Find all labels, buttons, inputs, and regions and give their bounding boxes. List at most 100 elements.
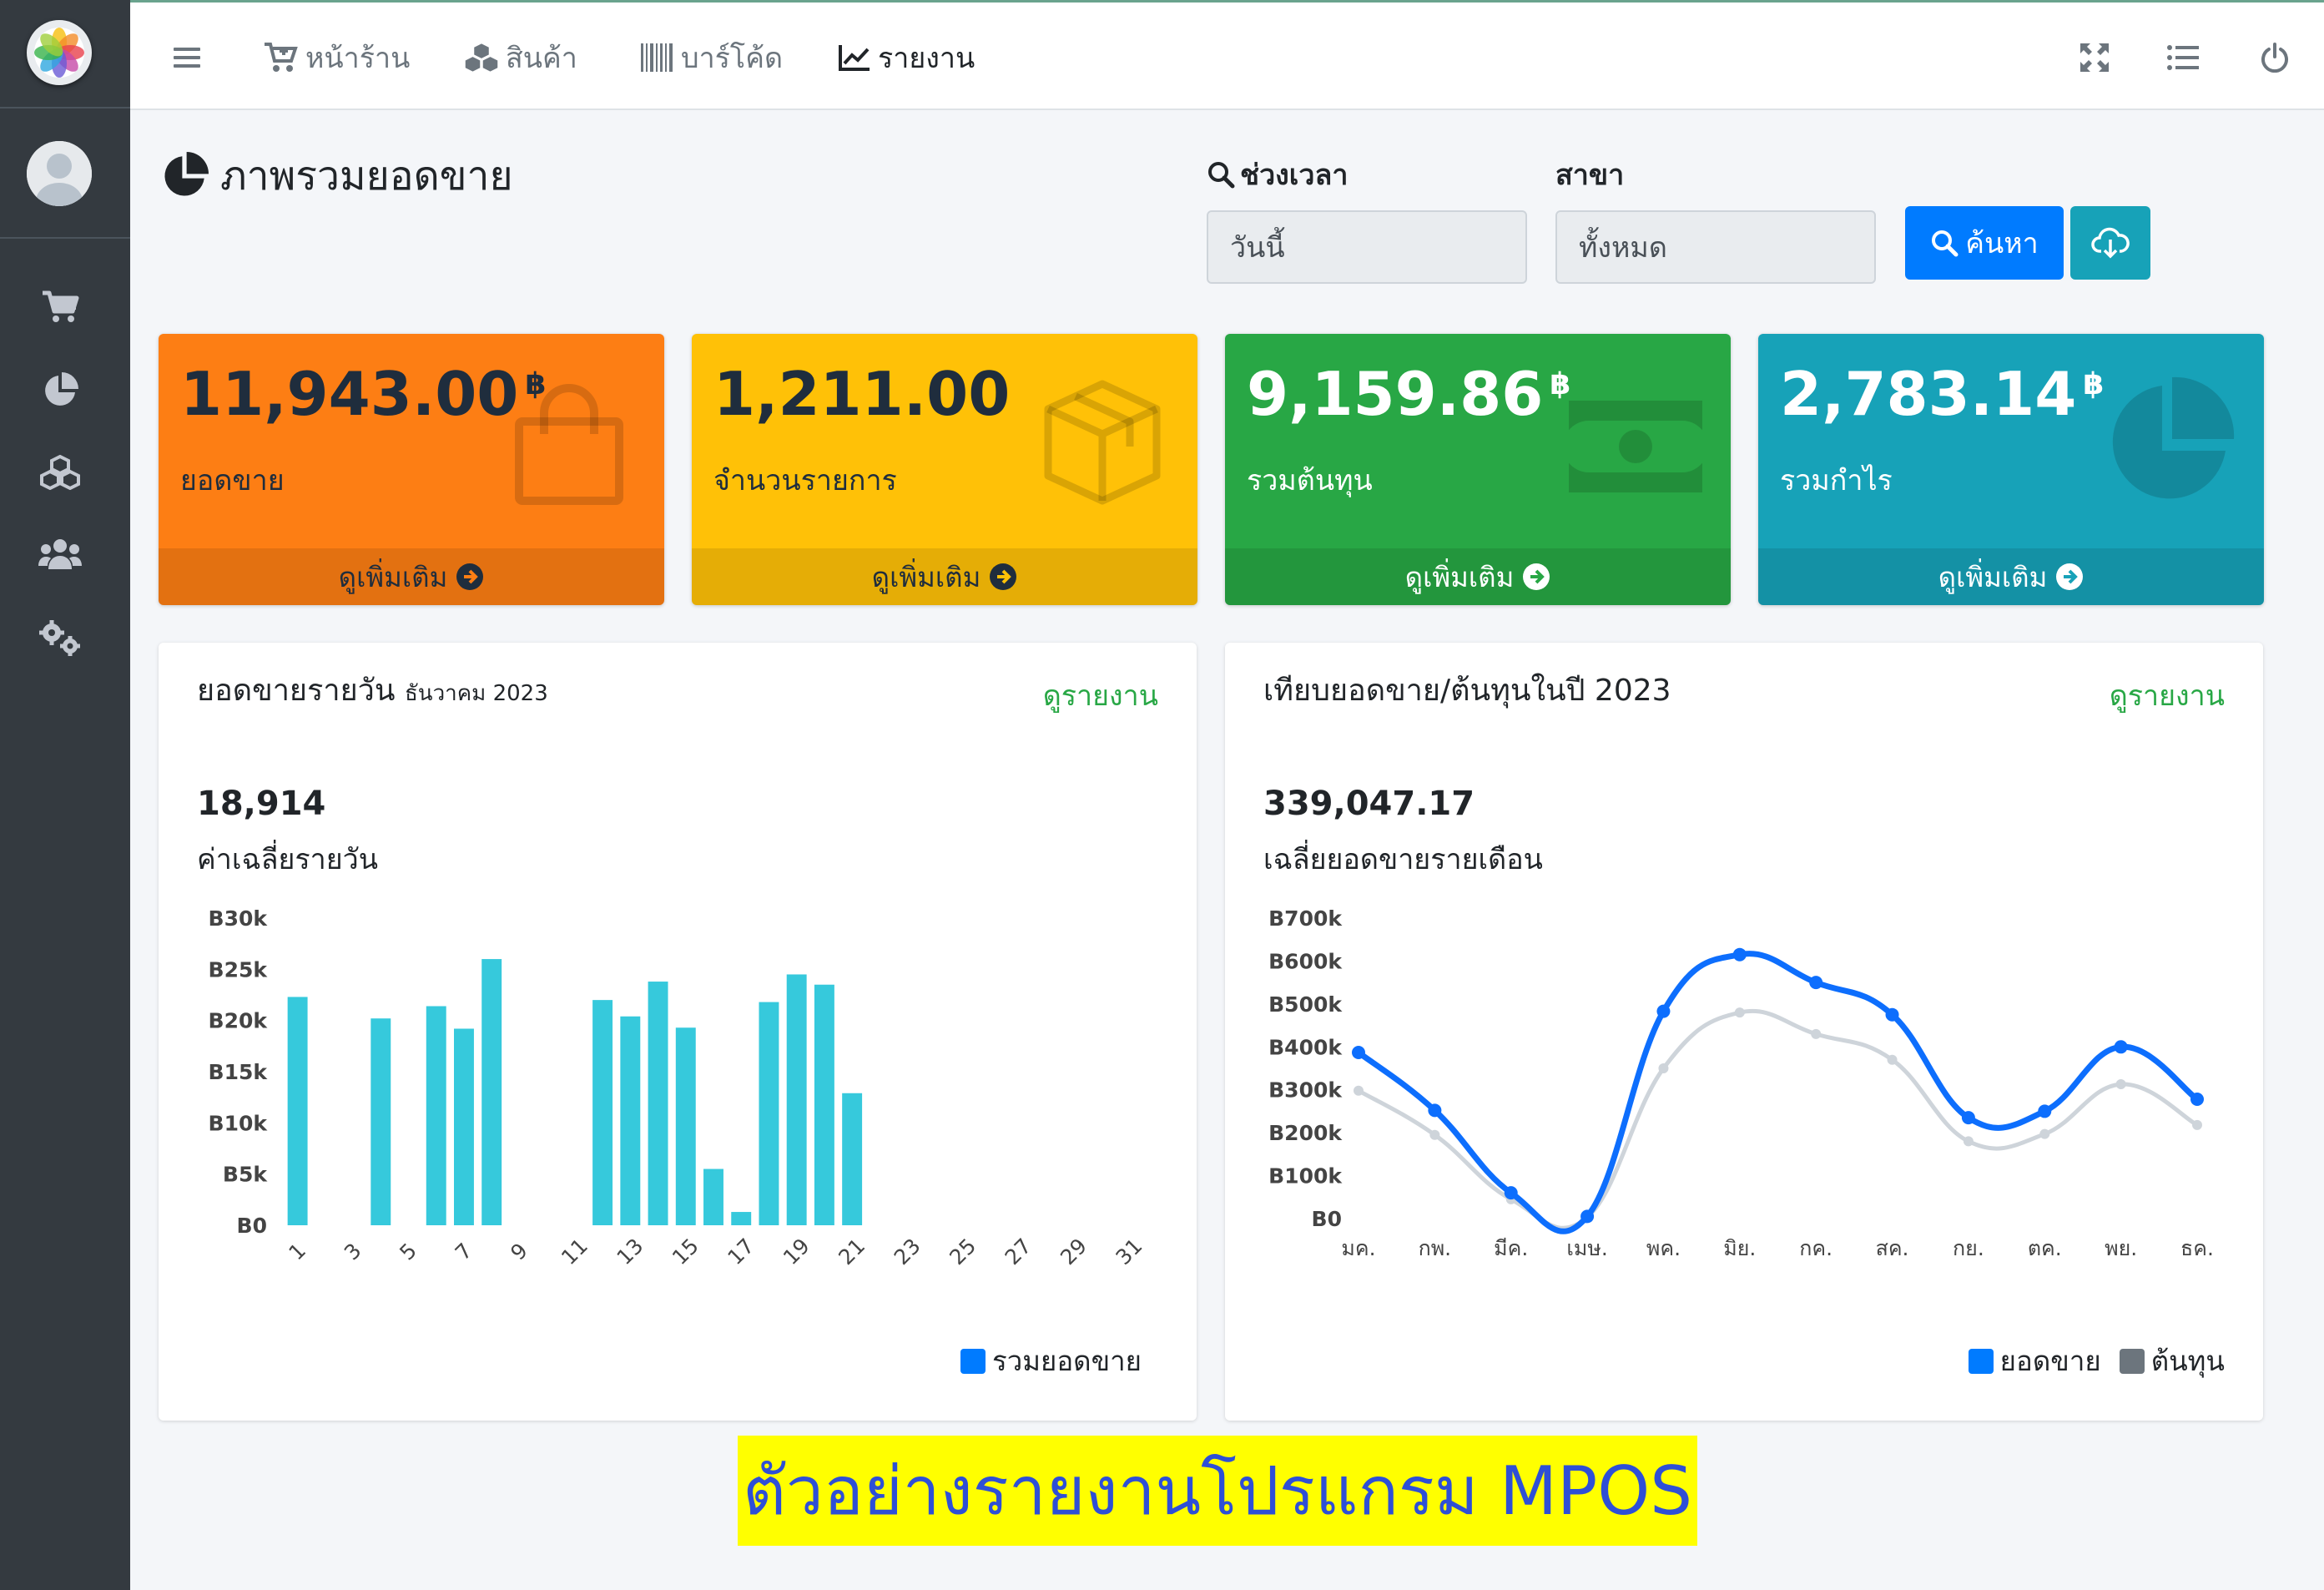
download-button[interactable] [2070,206,2150,280]
x-tick-label: ธค. [2180,1236,2214,1260]
daily-sales-card: ยอดขายรายวัน ธันวาคม 2023 ดูรายงาน 18,91… [159,643,1197,1421]
cloud-download-icon [2091,227,2130,259]
nav-barcode[interactable]: บาร์โค้ด [641,34,783,81]
data-point [1885,1007,1899,1022]
more-info-link[interactable]: ดูเพิ่มเติม [692,548,1197,605]
branch-select[interactable]: ทั้งหมด [1555,210,1876,284]
user-avatar[interactable] [27,141,92,206]
list-icon [2167,45,2199,70]
more-info-label: ดูเพิ่มเติม [871,560,981,593]
sidebar-cubes-icon[interactable] [37,449,83,496]
view-report-link[interactable]: ดูรายงาน [2110,673,2225,718]
x-tick-label: 9 [506,1239,532,1265]
sidebar-cart-icon[interactable] [37,284,83,331]
data-point [1658,1063,1669,1073]
x-tick-label: มค. [1341,1236,1375,1260]
caption-banner: ตัวอย่างรายงานโปรแกรม MPOS [738,1436,1697,1546]
data-point [1887,1054,1898,1065]
sales-box: 11,943.00 ฿ ยอดขาย ดูเพิ่มเติม [159,334,664,605]
nav-label: สินค้า [506,42,577,75]
monthly-average-label: เฉลี่ยยอดขายรายเดือน [1263,843,1543,876]
x-tick-label: มิย. [1723,1236,1756,1260]
sidebar-cogs-icon[interactable] [37,614,83,661]
monthly-compare-card: เทียบยอดขาย/ต้นทุนในปี 2023 ดูรายงาน 339… [1225,643,2263,1421]
logout-button[interactable] [2253,36,2296,79]
pie-chart-icon [2112,376,2235,499]
card-title: ยอดขายรายวัน ธันวาคม 2023 [197,674,548,708]
y-tick-label: B0 [1312,1207,1342,1231]
sidebar-divider [0,107,130,109]
nav-label: บาร์โค้ด [681,42,784,75]
more-info-label: ดูเพิ่มเติม [338,560,448,593]
more-info-link[interactable]: ดูเพิ่มเติม [1225,548,1731,605]
menu-toggle-button[interactable] [174,34,200,81]
search-button[interactable]: ค้นหา [1905,206,2064,280]
hamburger-icon [174,48,200,68]
nav-storefront[interactable]: หน้าร้าน [264,34,410,81]
branch-select-value: ทั้งหมด [1579,231,1667,265]
x-tick-label: 25 [945,1234,981,1269]
shopping-bag-icon [515,384,623,505]
data-point [1809,976,1823,990]
x-tick-label: กค. [1799,1236,1832,1260]
box-value: 1,211.00 [713,359,1011,429]
items-box: 1,211.00 จำนวนรายการ ดูเพิ่มเติม [692,334,1197,605]
y-tick-label: B200k [1268,1121,1343,1145]
view-report-link[interactable]: ดูรายงาน [1043,673,1158,718]
x-tick-label: 15 [668,1234,703,1269]
list-button[interactable] [2161,36,2205,79]
chart-legend[interactable]: รวมยอดขาย [960,1339,1142,1383]
bar [814,984,834,1225]
bar [620,1016,641,1225]
more-info-link[interactable]: ดูเพิ่มเติม [159,548,664,605]
x-tick-label: 23 [890,1234,925,1269]
bar [648,982,668,1225]
bar [731,1212,752,1225]
data-point [1429,1129,1440,1140]
line-chart-icon [839,45,870,71]
x-tick-label: มีค. [1494,1236,1528,1260]
box-label: รวมต้นทุน [1247,464,1373,497]
arrow-circle-right-icon [456,563,484,590]
branch-label-text: สาขา [1555,159,1625,192]
power-icon [2261,43,2288,73]
nav-reports[interactable]: รายงาน [838,34,975,81]
bar [481,959,502,1225]
search-button-label: ค้นหา [1965,227,2039,260]
data-point [1504,1186,1518,1200]
data-point [1961,1111,1975,1125]
app-logo[interactable] [27,20,92,85]
data-point [1811,1028,1822,1039]
cost-box: 9,159.86 ฿ รวมต้นทุน ดูเพิ่มเติม [1225,334,1731,605]
y-tick-label: B10k [209,1111,269,1135]
x-tick-label: 29 [1056,1234,1091,1269]
data-point [1580,1209,1595,1224]
x-tick-label: 7 [451,1239,477,1265]
box-label: ยอดขาย [180,464,285,497]
y-tick-label: B20k [209,1009,269,1033]
series-line [1356,951,2200,1234]
x-tick-label: พค. [1646,1236,1681,1260]
x-tick-label: กย. [1953,1236,1984,1260]
box-value: 2,783.14 ฿ [1780,359,2105,429]
daily-sales-bar-chart: B0B5kB10kB15kB20kB25kB30k1 3 5 7 9 11 13 15 17 19… [209,906,1147,1269]
data-point [1734,1007,1745,1018]
data-point [1352,1045,1365,1059]
period-select[interactable]: วันนี้ [1207,210,1527,284]
chart-legend[interactable]: ยอดขาย ต้นทุน [1968,1339,2225,1383]
data-point [1963,1136,1974,1147]
bar [675,1027,696,1225]
more-info-link[interactable]: ดูเพิ่มเติม [1758,548,2264,605]
nav-products[interactable]: สินค้า [464,34,577,81]
sidebar-users-icon[interactable] [37,531,83,578]
sidebar-pie-chart-icon[interactable] [37,367,83,414]
x-tick-label: ตค. [2028,1236,2062,1260]
profit-box: 2,783.14 ฿ รวมกำไร ดูเพิ่มเติม [1758,334,2264,605]
fullscreen-button[interactable] [2073,36,2116,79]
y-tick-label: B400k [1268,1035,1343,1059]
data-point [1732,947,1747,962]
pie-chart-icon [164,152,209,196]
bar [703,1169,723,1225]
period-label: ช่วงเวลา [1207,152,1348,197]
monthly-average-value: 339,047.17 [1263,785,1475,823]
